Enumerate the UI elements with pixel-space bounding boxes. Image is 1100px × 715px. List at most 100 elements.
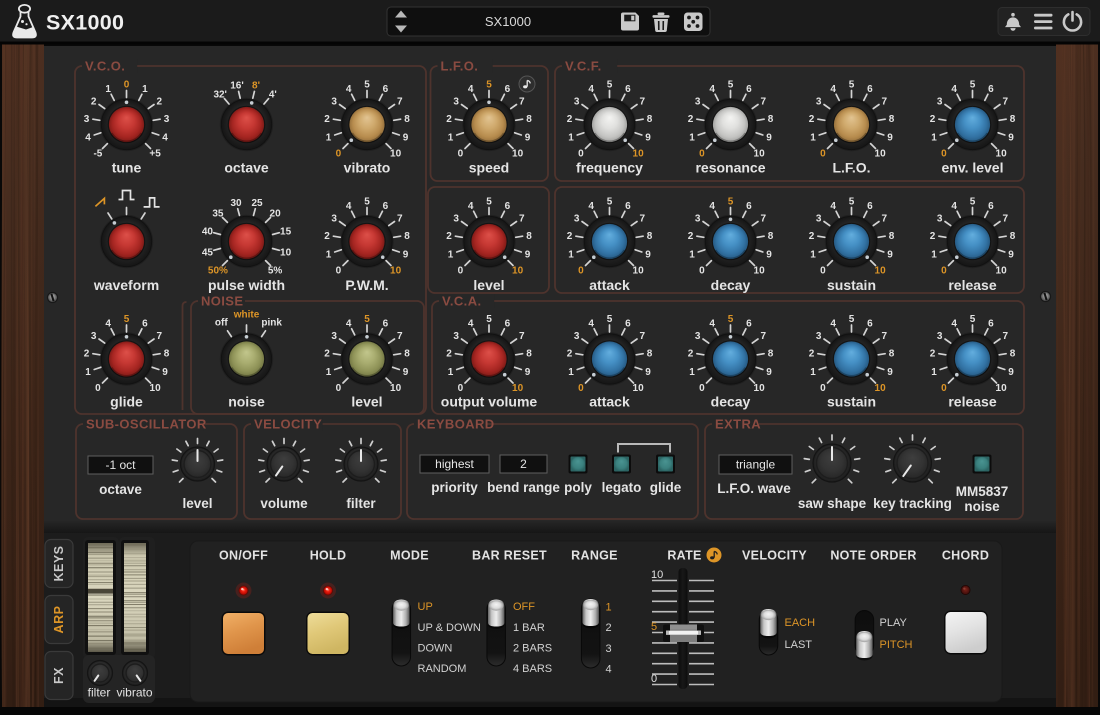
- svg-text:1: 1: [606, 602, 612, 614]
- svg-text:1: 1: [931, 133, 937, 144]
- svg-text:1: 1: [810, 250, 816, 261]
- svg-text:4 BARS: 4 BARS: [513, 663, 552, 675]
- svg-text:4: 4: [709, 84, 715, 95]
- svg-text:7: 7: [1003, 213, 1009, 224]
- svg-text:3: 3: [695, 331, 701, 342]
- svg-text:resonance: resonance: [695, 160, 765, 176]
- svg-text:35: 35: [212, 209, 224, 220]
- svg-text:7: 7: [882, 331, 888, 342]
- svg-text:10: 10: [754, 149, 766, 160]
- svg-text:3: 3: [331, 96, 337, 107]
- svg-text:0: 0: [95, 383, 101, 394]
- svg-text:3: 3: [937, 96, 943, 107]
- svg-text:10: 10: [390, 149, 402, 160]
- svg-text:vibrato: vibrato: [344, 160, 391, 176]
- svg-text:V.C.A.: V.C.A.: [442, 294, 482, 309]
- svg-text:4: 4: [951, 319, 957, 330]
- svg-text:6: 6: [383, 84, 389, 95]
- svg-text:2: 2: [809, 114, 815, 125]
- svg-text:4': 4': [269, 89, 277, 100]
- svg-text:9: 9: [525, 133, 531, 144]
- svg-text:4: 4: [588, 84, 594, 95]
- svg-text:8: 8: [1010, 114, 1016, 125]
- svg-text:-5: -5: [93, 149, 102, 160]
- svg-text:9: 9: [766, 367, 772, 378]
- svg-text:9: 9: [887, 133, 893, 144]
- svg-text:saw shape: saw shape: [798, 496, 867, 511]
- svg-text:1: 1: [448, 133, 454, 144]
- svg-text:2: 2: [930, 114, 936, 125]
- svg-text:5: 5: [607, 197, 613, 208]
- svg-text:2: 2: [567, 348, 573, 359]
- svg-text:7: 7: [397, 331, 403, 342]
- svg-text:3: 3: [91, 331, 97, 342]
- svg-text:6: 6: [142, 319, 148, 330]
- svg-text:0: 0: [941, 383, 947, 394]
- svg-text:2: 2: [688, 231, 694, 242]
- svg-text:10: 10: [512, 266, 524, 277]
- svg-text:6: 6: [746, 201, 752, 212]
- svg-text:3: 3: [606, 643, 612, 655]
- svg-text:VELOCITY: VELOCITY: [254, 417, 322, 432]
- svg-text:10: 10: [875, 266, 887, 277]
- svg-text:V.C.O.: V.C.O.: [85, 59, 125, 74]
- svg-text:10: 10: [633, 266, 645, 277]
- svg-text:5: 5: [486, 197, 492, 208]
- svg-text:4: 4: [951, 201, 957, 212]
- svg-text:4: 4: [105, 319, 111, 330]
- svg-text:EACH: EACH: [785, 617, 816, 629]
- svg-text:10: 10: [875, 383, 887, 394]
- svg-text:EXTRA: EXTRA: [715, 417, 761, 432]
- svg-text:10: 10: [390, 266, 402, 277]
- svg-text:10: 10: [996, 149, 1008, 160]
- svg-text:1 BAR: 1 BAR: [513, 622, 545, 634]
- svg-text:BAR RESET: BAR RESET: [472, 549, 547, 563]
- svg-text:4: 4: [588, 201, 594, 212]
- svg-text:3: 3: [574, 96, 580, 107]
- svg-text:10: 10: [996, 383, 1008, 394]
- svg-text:7: 7: [519, 96, 525, 107]
- svg-text:6: 6: [867, 84, 873, 95]
- svg-text:P.W.M.: P.W.M.: [345, 277, 388, 293]
- svg-text:5: 5: [849, 80, 855, 91]
- svg-text:6: 6: [625, 84, 631, 95]
- svg-text:7: 7: [640, 331, 646, 342]
- svg-text:poly: poly: [564, 480, 592, 495]
- svg-text:glide: glide: [650, 480, 682, 495]
- svg-text:9: 9: [766, 250, 772, 261]
- svg-text:env. level: env. level: [941, 160, 1003, 176]
- svg-text:8: 8: [1010, 231, 1016, 242]
- svg-text:0: 0: [458, 149, 464, 160]
- svg-text:7: 7: [761, 331, 767, 342]
- svg-text:10: 10: [651, 569, 663, 581]
- svg-text:8: 8: [526, 114, 532, 125]
- svg-text:level: level: [182, 496, 212, 511]
- svg-text:HOLD: HOLD: [310, 549, 347, 563]
- svg-text:8: 8: [768, 231, 774, 242]
- svg-text:0: 0: [941, 266, 947, 277]
- svg-text:3: 3: [453, 96, 459, 107]
- svg-text:2: 2: [446, 348, 452, 359]
- svg-text:9: 9: [162, 367, 168, 378]
- svg-text:10: 10: [996, 266, 1008, 277]
- svg-text:3: 3: [574, 331, 580, 342]
- svg-text:7: 7: [1003, 331, 1009, 342]
- svg-text:8: 8: [889, 348, 895, 359]
- svg-text:ON/OFF: ON/OFF: [219, 549, 268, 563]
- svg-text:2: 2: [606, 622, 612, 634]
- svg-text:SX1000: SX1000: [46, 11, 124, 35]
- svg-text:0: 0: [578, 149, 584, 160]
- svg-text:4: 4: [830, 319, 836, 330]
- svg-text:3: 3: [695, 213, 701, 224]
- svg-text:1: 1: [810, 367, 816, 378]
- svg-text:4: 4: [709, 201, 715, 212]
- svg-text:1: 1: [931, 367, 937, 378]
- svg-text:bend range: bend range: [487, 480, 560, 495]
- svg-text:decay: decay: [711, 277, 751, 293]
- svg-text:4: 4: [346, 84, 352, 95]
- svg-text:9: 9: [1008, 367, 1014, 378]
- svg-text:frequency: frequency: [576, 160, 643, 176]
- svg-text:0: 0: [651, 673, 657, 685]
- svg-text:5%: 5%: [268, 266, 283, 277]
- svg-text:7: 7: [761, 96, 767, 107]
